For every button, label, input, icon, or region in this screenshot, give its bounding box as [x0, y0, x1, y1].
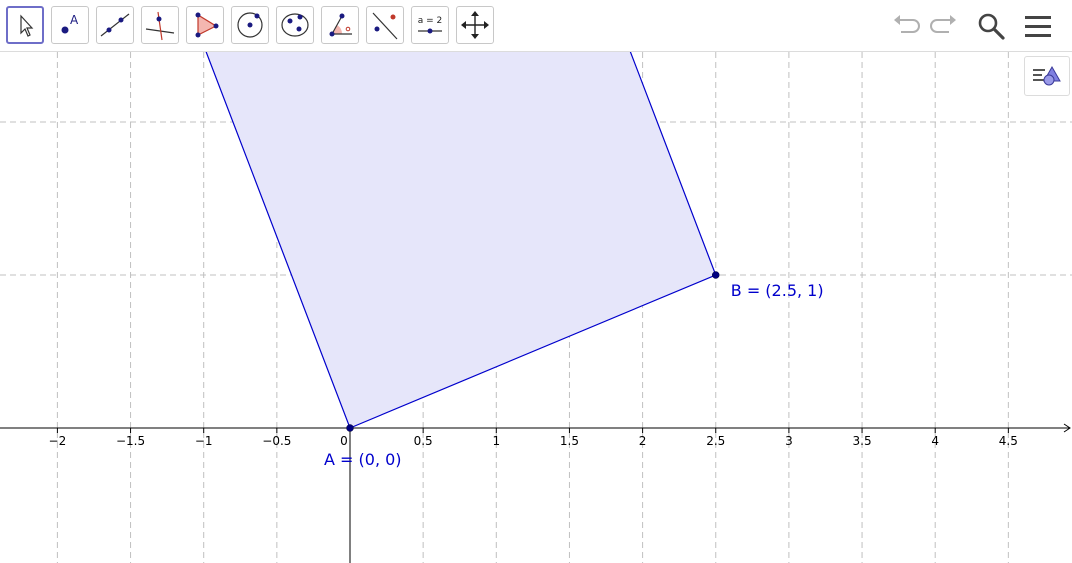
- x-tick-label: 3: [785, 434, 793, 448]
- hamburger-menu-icon: [1025, 16, 1051, 37]
- polygon-icon: [195, 12, 219, 38]
- x-tick-label: −1: [195, 434, 213, 448]
- reflect-tool-button[interactable]: [366, 6, 404, 44]
- move-tool-button[interactable]: [6, 6, 44, 44]
- x-tick-label: 0: [340, 434, 348, 448]
- conic-tool-button[interactable]: [276, 6, 314, 44]
- move-graphics-view-tool-button[interactable]: [456, 6, 494, 44]
- x-tick-label: 3.5: [853, 434, 872, 448]
- move-view-arrows-icon: [461, 11, 489, 39]
- angle-tool-button[interactable]: [321, 6, 359, 44]
- toolbar: A a = 2: [0, 0, 1072, 52]
- x-tick-label: 0.5: [414, 434, 433, 448]
- x-axis-tick-labels: −2 −1.5 −1 −0.5 0 0.5 1 1.5 2 2.5 3 3.5 4 4.5: [49, 434, 1018, 448]
- perpendicular-line-icon: [145, 11, 175, 41]
- line-tool-button[interactable]: [96, 6, 134, 44]
- point-tool-button[interactable]: A: [51, 6, 89, 44]
- circle-tool-button[interactable]: [231, 6, 269, 44]
- search-icon: [978, 13, 1005, 40]
- main-menu-button[interactable]: [1020, 8, 1056, 44]
- x-tick-label: −1.5: [116, 434, 145, 448]
- slider-tool-glyph: a = 2: [418, 16, 443, 26]
- polygon-abcd[interactable]: [204, 52, 717, 429]
- x-tick-label: 1.5: [560, 434, 579, 448]
- cursor-arrow-icon: [20, 14, 34, 37]
- line-through-two-points-icon: [100, 13, 130, 37]
- slider-icon: a = 2: [418, 16, 443, 34]
- x-tick-label: 4.5: [999, 434, 1018, 448]
- angle-icon: [329, 13, 352, 37]
- style-bar-toggle-button[interactable]: [1024, 56, 1070, 96]
- ellipse-icon: [281, 13, 309, 37]
- x-tick-label: 4: [931, 434, 939, 448]
- x-tick-label: 2.5: [706, 434, 725, 448]
- point-label-a[interactable]: A = (0, 0): [324, 450, 402, 469]
- redo-button[interactable]: [925, 8, 961, 44]
- x-tick-label: 1: [492, 434, 500, 448]
- style-bar-toggle-icon: [1033, 65, 1061, 86]
- search-button[interactable]: [973, 8, 1009, 44]
- polygon-tool-button[interactable]: [186, 6, 224, 44]
- x-tick-label: −2: [49, 434, 67, 448]
- point-label-b[interactable]: B = (2.5, 1): [731, 281, 824, 300]
- polygon-layer: [204, 52, 717, 429]
- perpendicular-line-tool-button[interactable]: [141, 6, 179, 44]
- x-tick-label: −0.5: [262, 434, 291, 448]
- undo-icon: [894, 15, 920, 33]
- geogebra-app: A a = 2 −2 −1.5 −1 −0.5 0 0.5 1 1.5 2 2.…: [0, 0, 1072, 563]
- point-tool-glyph: A: [70, 13, 79, 27]
- circle-center-point-icon: [237, 12, 263, 38]
- point-a[interactable]: [346, 424, 354, 432]
- undo-button[interactable]: [889, 8, 925, 44]
- slider-tool-button[interactable]: a = 2: [411, 6, 449, 44]
- point-icon: A: [61, 13, 79, 34]
- graphics-view[interactable]: −2−1.5−1−0.500.511.522.533.544.5 −11234 …: [0, 52, 1072, 563]
- x-tick-label: 2: [639, 434, 647, 448]
- point-b[interactable]: [712, 271, 720, 279]
- reflect-about-line-icon: [372, 12, 398, 40]
- redo-icon: [930, 15, 956, 33]
